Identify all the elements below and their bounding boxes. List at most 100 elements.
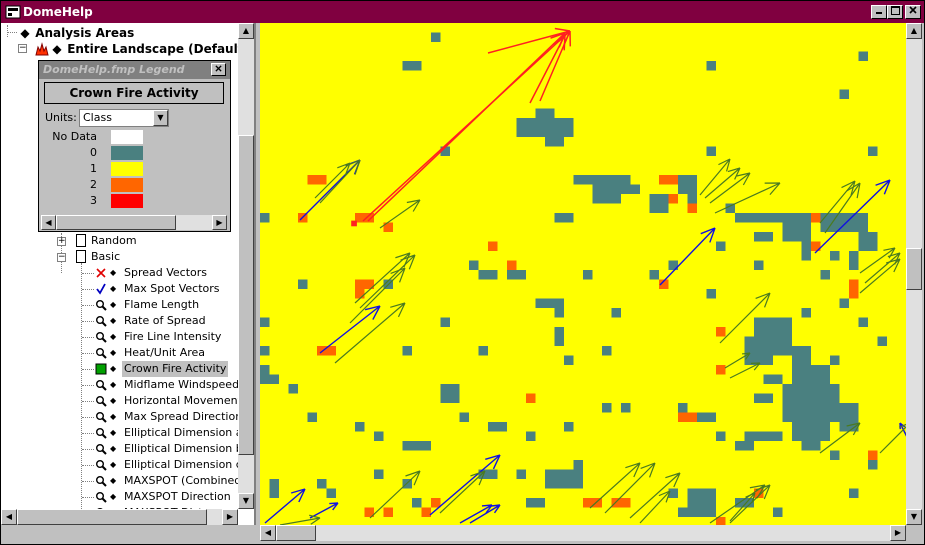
layer-item[interactable]: Elliptical Dimension c [122,457,244,473]
crown-class-0-cell [583,270,593,280]
window-title: DomeHelp [23,5,93,19]
crown-class-0-cell [858,51,868,61]
layer-item[interactable]: Max Spot Vectors [122,281,222,297]
crown-class-0-cell [830,355,840,365]
title-bar: DomeHelp [1,1,924,23]
crown-class-0-cell [792,422,830,441]
crown-class-2-cell [849,279,859,299]
scroll-right-button[interactable]: ▶ [890,525,906,541]
vector-arrow [439,470,486,514]
scroll-down-button[interactable]: ▼ [238,493,254,509]
layer-item[interactable]: MAXSPOT (Combined) [122,473,248,489]
collapse-icon[interactable]: − [57,253,66,262]
scroll-right-button[interactable]: ▶ [222,509,238,525]
crown-class-2-cell [307,175,327,185]
crown-class-0-cell [706,289,716,299]
crown-class-0-cell [621,184,640,194]
crown-class-2-cell [659,175,678,185]
tree-folder-basic[interactable]: Basic [91,249,120,265]
vector-arrow [709,484,766,524]
crown-class-0-cell [706,61,716,71]
scroll-left-button[interactable]: ◀ [260,525,276,541]
crown-class-0-cell [592,184,621,204]
map-horizontal-scrollbar[interactable]: ◀ ▶ [260,525,906,541]
units-label: Units: [45,111,77,124]
tree-folder-random[interactable]: Random [91,233,137,249]
crown-class-0-cell [773,336,792,356]
crown-class-0-cell [830,251,840,261]
scroll-up-button[interactable]: ▲ [906,23,922,39]
minimize-button[interactable] [871,5,887,19]
scroll-thumb[interactable] [906,248,922,290]
crown-class-0-cell [554,213,574,223]
tree-root[interactable]: ◆ Analysis Areas [19,25,134,41]
scroll-thumb[interactable] [17,509,207,525]
tree-horizontal-scrollbar[interactable]: ◀ ▶ [1,509,238,525]
vector-arrow [279,514,321,525]
crown-class-2-cell [716,327,726,337]
scroll-thumb[interactable] [56,215,176,230]
layer-item[interactable]: Elliptical Dimension b [122,441,245,457]
layer-item[interactable]: Midflame Windspeed [122,377,241,393]
crown-class-0-cell [716,241,726,251]
crown-class-0-cell [317,479,327,489]
magnifier-icon [95,395,107,407]
collapse-icon[interactable]: − [18,44,27,53]
layer-item[interactable]: Heat/Unit Area [122,345,207,361]
crown-class-0-cell [602,346,612,356]
maximize-button[interactable] [887,5,903,19]
scroll-down-button[interactable]: ▼ [906,509,922,525]
legend-swatch [111,162,143,176]
crown-class-2-cell [716,365,726,375]
crown-class-0-cell [602,403,612,413]
layer-item[interactable]: Crown Fire Activity [122,361,229,377]
spread-vector [529,34,566,104]
scroll-left-button[interactable]: ◀ [1,509,17,525]
legend-close-button[interactable] [211,63,226,76]
magnifier-icon [95,379,107,391]
map-vertical-scrollbar[interactable]: ▲ ▼ [906,23,922,525]
magnifier-icon [95,443,107,455]
crown-class-0-cell [649,270,659,280]
diamond-icon: ◆ [110,268,117,277]
crown-class-0-cell [564,355,574,365]
legend-horizontal-scrollbar[interactable]: ◀ ▶ [41,215,227,230]
layer-item[interactable]: MAXSPOT Direction [122,489,233,505]
tree-vertical-scrollbar[interactable]: ▲ ▼ [238,23,254,509]
crown-class-0-cell [744,336,773,365]
tree-landscape[interactable]: ◆ Entire Landscape (Default) [51,41,249,57]
layer-item[interactable]: Horizontal Movement Ra [122,393,254,409]
crown-class-0-cell [782,384,840,422]
app-icon [5,5,21,19]
scroll-thumb[interactable] [238,135,254,455]
scroll-left-button[interactable]: ◀ [41,215,56,230]
scroll-up-button[interactable]: ▲ [238,23,254,39]
crown-class-0-cell [488,422,507,432]
scroll-thumb[interactable] [276,525,316,541]
layer-item[interactable]: Spread Vectors [122,265,209,281]
units-select[interactable]: Class ▼ [79,109,169,127]
layer-item[interactable]: Rate of Spread [122,313,208,329]
crown-class-0-cell [839,89,849,99]
legend-swatch [111,194,143,208]
scroll-right-button[interactable]: ▶ [212,215,227,230]
expand-icon[interactable]: + [57,237,66,246]
crown-class-0-cell [621,403,631,413]
layer-item[interactable]: Elliptical Dimension a [122,425,245,441]
crown-class-0-cell [801,308,811,318]
layer-item[interactable]: Max Spread Direction [122,409,244,425]
close-button[interactable] [905,5,921,19]
legend-entry-label: 2 [90,178,97,191]
layer-item[interactable]: Flame Length [122,297,201,313]
max-spot-vector [659,227,716,286]
legend-heading-button[interactable]: Crown Fire Activity [44,82,224,104]
magnifier-icon [95,459,107,471]
chevron-down-icon[interactable]: ▼ [153,110,168,126]
diamond-icon: ◆ [110,412,117,421]
crown-class-2-cell [507,260,517,270]
layer-item[interactable]: Fire Line Intensity [122,329,223,345]
map-canvas[interactable] [260,23,906,525]
crown-class-0-cell [469,260,479,270]
close-icon [909,6,917,14]
map-view[interactable] [260,23,906,525]
